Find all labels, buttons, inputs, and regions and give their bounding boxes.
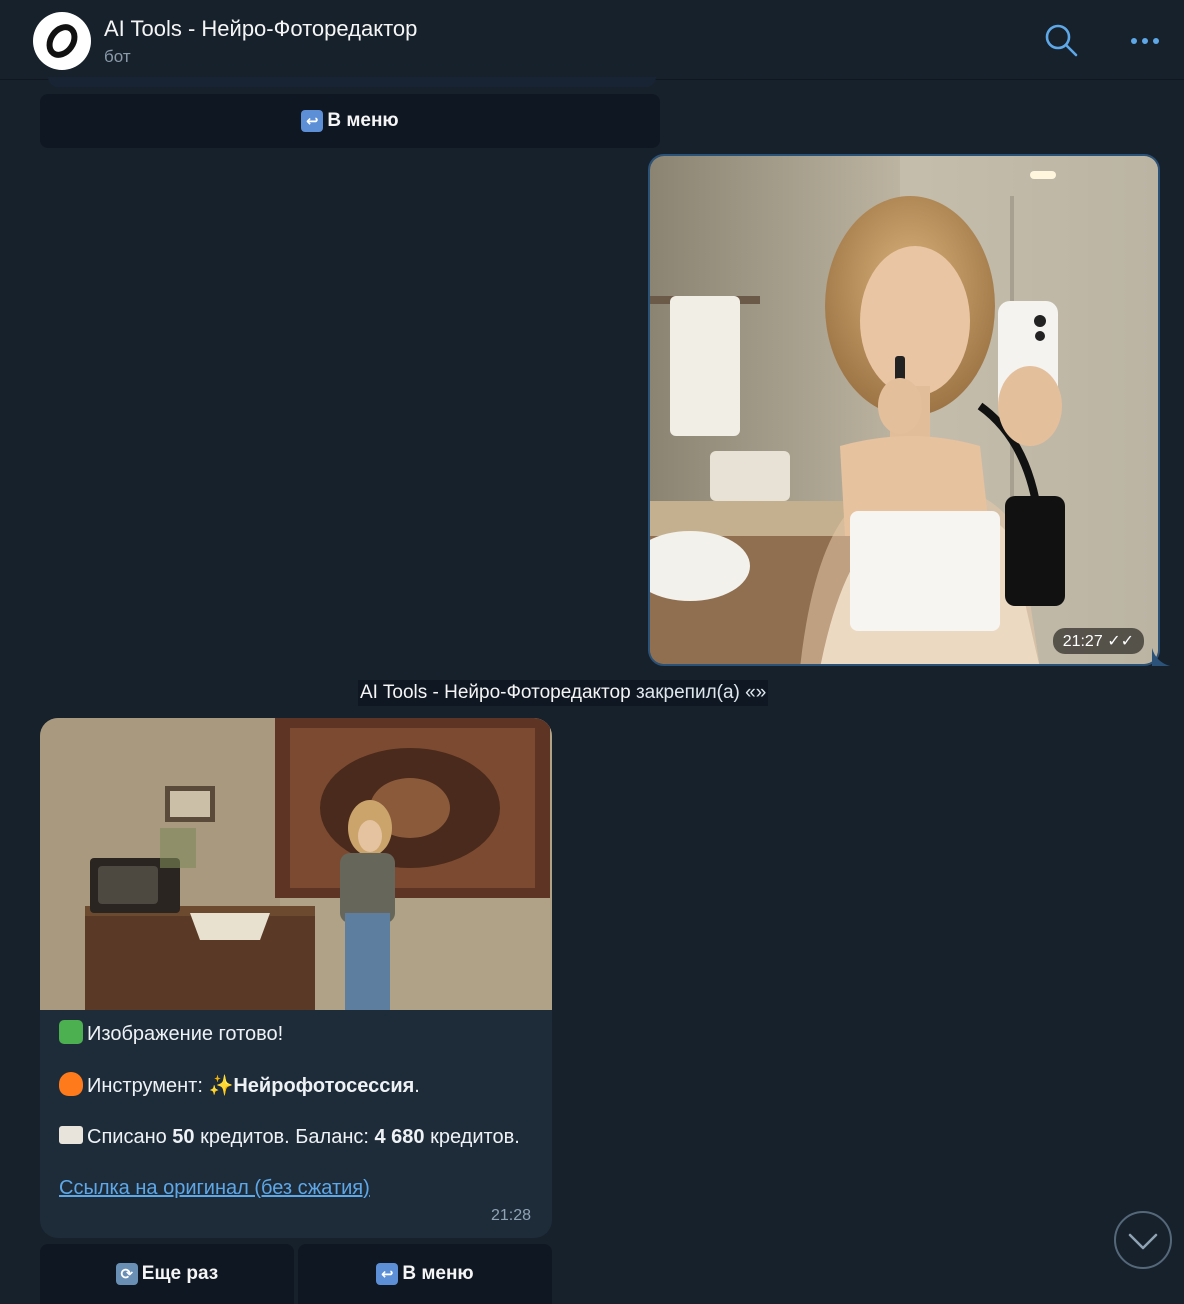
fire-icon — [59, 1072, 83, 1096]
sparkles-icon: ✨ — [208, 1075, 234, 1097]
tool-suffix: . — [414, 1075, 420, 1097]
tool-prefix: Инструмент: — [87, 1075, 209, 1097]
bubble-tail — [1152, 648, 1170, 666]
menu-button-top[interactable]: ↩ В меню — [40, 94, 660, 148]
message-time-badge: 21:27 ✓✓ — [1052, 628, 1144, 654]
credits-text-a: Списано — [87, 1126, 173, 1148]
service-actor: AI Tools - Нейро-Фоторедактор — [360, 682, 631, 703]
status-text: Изображение готово! — [87, 1023, 284, 1045]
chat-title[interactable]: AI Tools - Нейро-Фоторедактор — [104, 16, 417, 42]
outgoing-photo[interactable]: 21:27 ✓✓ — [648, 154, 1160, 666]
credit-card-icon — [59, 1126, 83, 1144]
more-options-icon[interactable] — [1128, 29, 1162, 53]
check-mark-icon — [59, 1020, 83, 1044]
incoming-message-bubble[interactable]: Изображение готово! Инструмент: ✨Нейрофо… — [40, 718, 552, 1238]
search-icon[interactable] — [1043, 22, 1079, 58]
tool-name: Нейрофотосессия — [233, 1075, 415, 1097]
return-arrow-icon: ↩ — [301, 110, 324, 132]
menu-button-bottom[interactable]: ↩ В меню — [298, 1244, 552, 1304]
credits-balance: 4 680 — [374, 1126, 425, 1148]
return-arrow-icon: ↩ — [376, 1263, 399, 1285]
double-check-icon: ✓✓ — [1107, 633, 1134, 650]
logo-icon — [46, 24, 78, 58]
credits-spent: 50 — [172, 1126, 195, 1148]
credits-text-b: кредитов. Баланс: — [194, 1126, 375, 1148]
chat-subtitle: бот — [104, 47, 131, 66]
chevron-down-icon — [1128, 1233, 1158, 1250]
generated-photo-image — [40, 718, 552, 1010]
scroll-down-button[interactable] — [1114, 1211, 1172, 1269]
message-time: 21:27 — [1062, 633, 1103, 650]
tool-line: Инструмент: ✨Нейрофотосессия. — [59, 1072, 529, 1099]
previous-message-edge — [48, 77, 656, 87]
credits-text-c: кредитов. — [424, 1126, 520, 1148]
service-text: закрепил(а) «» — [630, 682, 767, 703]
repeat-button[interactable]: ⟳ Еще раз — [40, 1244, 294, 1304]
message-text: Изображение готово! Инструмент: ✨Нейрофо… — [59, 1020, 529, 1201]
status-line: Изображение готово! — [59, 1020, 529, 1047]
bot-avatar[interactable] — [33, 12, 91, 70]
chat-header: AI Tools - Нейро-Фоторедактор бот — [0, 0, 1184, 80]
incoming-message-time: 21:28 — [490, 1207, 531, 1224]
menu-button-top-label: В меню — [327, 110, 399, 131]
repeat-icon: ⟳ — [115, 1263, 138, 1285]
repeat-button-label: Еще раз — [141, 1263, 219, 1284]
credits-line: Списано 50 кредитов. Баланс: 4 680 креди… — [59, 1124, 529, 1150]
menu-button-bottom-label: В меню — [402, 1263, 474, 1284]
original-link[interactable]: Ссылка на оригинал (без сжатия) — [59, 1177, 370, 1199]
pinned-service-message[interactable]: AI Tools - Нейро-Фоторедактор закрепил(а… — [358, 680, 769, 706]
selfie-photo-image — [650, 156, 1158, 664]
